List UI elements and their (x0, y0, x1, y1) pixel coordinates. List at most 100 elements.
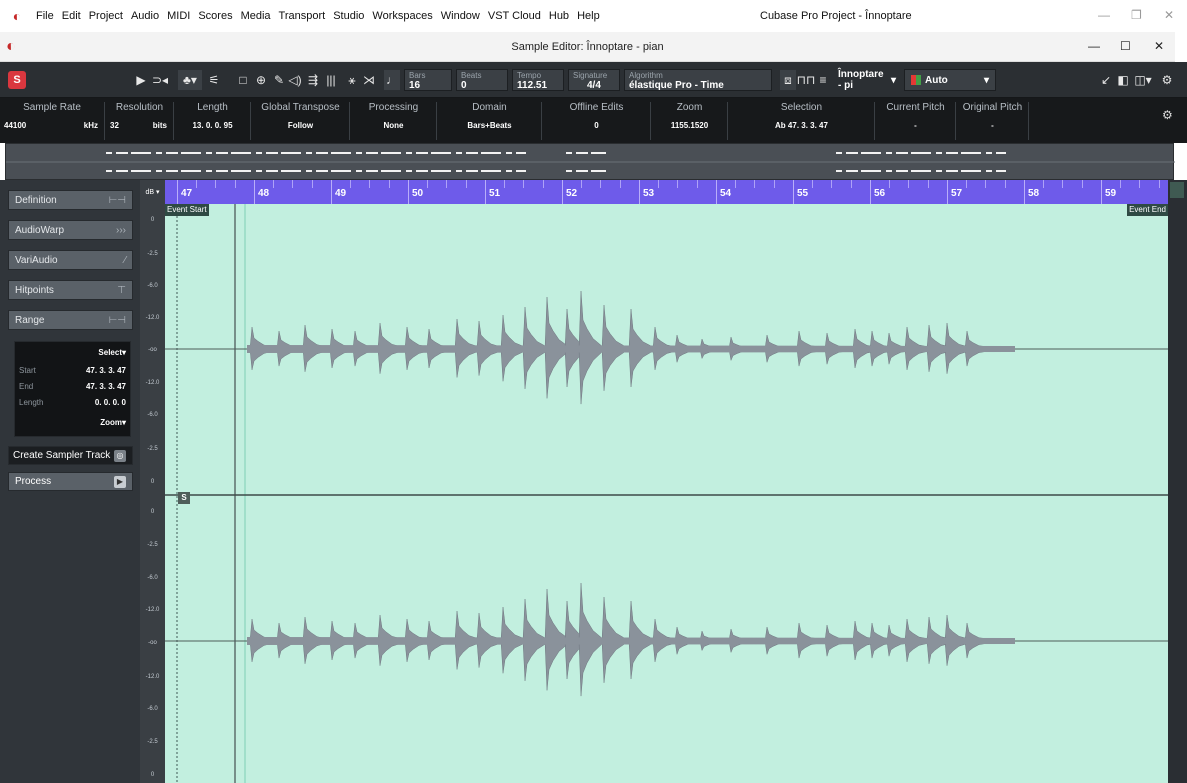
ruler-bar-label: 57 (951, 188, 963, 199)
track-dropdown[interactable]: Înnoptare - pi ▾ (832, 69, 902, 91)
info-processing[interactable]: Processing None (351, 102, 437, 140)
gear-icon[interactable]: ⚙ (1160, 70, 1174, 90)
info-header: Length (197, 102, 228, 113)
length-value[interactable]: 0. 0. 0. 0 (95, 398, 126, 407)
menu-file[interactable]: File (36, 10, 54, 22)
chevron-down-icon: ▾ (890, 74, 896, 86)
menu-scores[interactable]: Scores (198, 10, 232, 22)
musical-mode-icon[interactable]: ♩ (384, 70, 400, 90)
restore-icon[interactable]: ❐ (1131, 8, 1142, 22)
tab-range[interactable]: Range ⊢⊣ (8, 310, 133, 330)
overview-line[interactable] (5, 143, 1175, 180)
menu-hub[interactable]: Hub (549, 10, 569, 22)
menu-bar: ◐ File Edit Project Audio MIDI Scores Me… (0, 0, 1187, 32)
bars-field[interactable]: Bars 16 (404, 69, 452, 91)
menu-help[interactable]: Help (577, 10, 600, 22)
db-tick-label: -6.0 (147, 706, 158, 712)
waveform-display[interactable]: Event Start Event End S (165, 204, 1168, 783)
zoom-icon[interactable]: ⊕ (254, 70, 268, 90)
info-sample-rate[interactable]: Sample Rate 44100 kHz (0, 102, 105, 140)
info-resolution[interactable]: Resolution 32 bits (106, 102, 174, 140)
close-icon[interactable]: ✕ (1154, 39, 1164, 53)
play-icon[interactable]: ▶ (134, 70, 148, 90)
menu-midi[interactable]: MIDI (167, 10, 190, 22)
ruler[interactable]: 47 48 49 50 51 52 53 54 55 56 57 58 59 (165, 180, 1168, 204)
info-header: Domain (472, 102, 507, 113)
sync-marker[interactable]: S (178, 492, 190, 504)
menu-window[interactable]: Window (441, 10, 480, 22)
start-value[interactable]: 47. 3. 3. 47 (86, 366, 126, 375)
snap-icon[interactable]: ⚟ (206, 70, 222, 90)
menu-vst-cloud[interactable]: VST Cloud (488, 10, 541, 22)
menu-transport[interactable]: Transport (279, 10, 326, 22)
info-current-pitch[interactable]: Current Pitch - (876, 102, 956, 140)
ruler-bar-label: 48 (258, 188, 270, 199)
hitpoint-icon[interactable]: ||| (324, 70, 338, 90)
beats-field[interactable]: Beats 0 (456, 69, 508, 91)
select-label: Select (98, 348, 122, 357)
tempo-field[interactable]: Tempo 112.51 (512, 69, 564, 91)
event-end-marker[interactable]: Event End (1127, 204, 1168, 216)
scroll-up-icon[interactable] (1170, 182, 1184, 198)
signature-field[interactable]: Signature 4/4 (568, 69, 620, 91)
object-select-icon[interactable]: □ (236, 70, 250, 90)
inspector-panel: Definition ⊢⊣ AudioWarp ››› VariAudio ⁄ … (0, 180, 140, 783)
start-label: Start (19, 366, 36, 375)
waveform-body (247, 637, 1015, 645)
tab-definition[interactable]: Definition ⊢⊣ (8, 190, 133, 210)
color-dropdown[interactable]: Auto ▾ (904, 69, 996, 91)
loop-icon[interactable]: ⊃◂ (150, 70, 170, 90)
play-tool-icon[interactable]: ◁) (288, 70, 302, 90)
ruler-bar-label: 59 (1105, 188, 1117, 199)
menu-workspaces[interactable]: Workspaces (372, 10, 432, 22)
info-value: 13. 0. 0. 95 (192, 121, 233, 130)
info-value: 1155.1520 (670, 121, 709, 130)
snap-zero-icon[interactable]: ⚹ (344, 70, 360, 90)
info-original-pitch[interactable]: Original Pitch - (957, 102, 1029, 140)
info-global-transpose[interactable]: Global Transpose Follow (252, 102, 350, 140)
info-value: 44100 (4, 121, 27, 130)
info-offline-edits[interactable]: Offline Edits 0 (543, 102, 651, 140)
length-label: Length (19, 398, 44, 407)
sampler-icon: ◎ (114, 449, 126, 462)
minimize-icon[interactable]: — (1098, 8, 1110, 22)
process-button[interactable]: Process ▶ (8, 472, 133, 491)
minimize-icon[interactable]: — (1088, 39, 1100, 53)
info-length[interactable]: Length 13. 0. 0. 95 (175, 102, 251, 140)
menu-audio[interactable]: Audio (131, 10, 159, 22)
tab-hitpoints[interactable]: Hitpoints ⊤ (8, 280, 133, 300)
ruler-bar-label: 50 (412, 188, 424, 199)
info-domain[interactable]: Domain Bars+Beats (438, 102, 542, 140)
maximize-icon[interactable]: ☐ (1120, 39, 1131, 53)
crossing-icon[interactable]: ⋊ (362, 70, 376, 90)
info-header: Original Pitch (962, 102, 1023, 113)
tab-variaudio[interactable]: VariAudio ⁄ (8, 250, 133, 270)
tab-audiowarp[interactable]: AudioWarp ››› (8, 220, 133, 240)
warp-icon[interactable]: ⇶ (306, 70, 320, 90)
menu-project[interactable]: Project (89, 10, 123, 22)
end-value[interactable]: 47. 3. 3. 47 (86, 382, 126, 391)
bottom-left-arrow-icon[interactable]: ↙ (1098, 70, 1114, 90)
event-start-marker[interactable]: Event Start (165, 204, 209, 216)
vertical-scrollbar[interactable] (1168, 180, 1187, 783)
db-header[interactable]: dB ▾ (142, 188, 163, 196)
list-icon[interactable]: ≡ (816, 70, 830, 90)
create-sampler-track-button[interactable]: Create Sampler Track ◎ (8, 446, 133, 465)
gear-icon[interactable]: ⚙ (1162, 108, 1173, 122)
info-zoom[interactable]: Zoom 1155.1520 (652, 102, 728, 140)
info-selection[interactable]: Selection Ab 47. 3. 3. 47 (729, 102, 875, 140)
window-layout-icon[interactable]: ◫▾ (1132, 70, 1154, 90)
info-value: Ab 47. 3. 3. 47 (775, 121, 828, 130)
regions-icon[interactable]: ⊓⊓ (797, 70, 816, 90)
menu-edit[interactable]: Edit (62, 10, 81, 22)
menu-studio[interactable]: Studio (333, 10, 364, 22)
algorithm-field[interactable]: Algorithm élastique Pro - Time (624, 69, 772, 91)
close-icon[interactable]: ✕ (1164, 8, 1174, 22)
menu-media[interactable]: Media (241, 10, 271, 22)
show-event-icon[interactable]: ⧈ (780, 70, 796, 90)
solo-editor-button[interactable]: S (8, 71, 26, 89)
hitpoints-icon: ⊤ (117, 284, 126, 296)
left-zone-icon[interactable]: ◧ (1116, 70, 1130, 90)
draw-icon[interactable]: ✎ (272, 70, 286, 90)
audition-volume-icon[interactable]: ♣▾ (178, 70, 202, 90)
